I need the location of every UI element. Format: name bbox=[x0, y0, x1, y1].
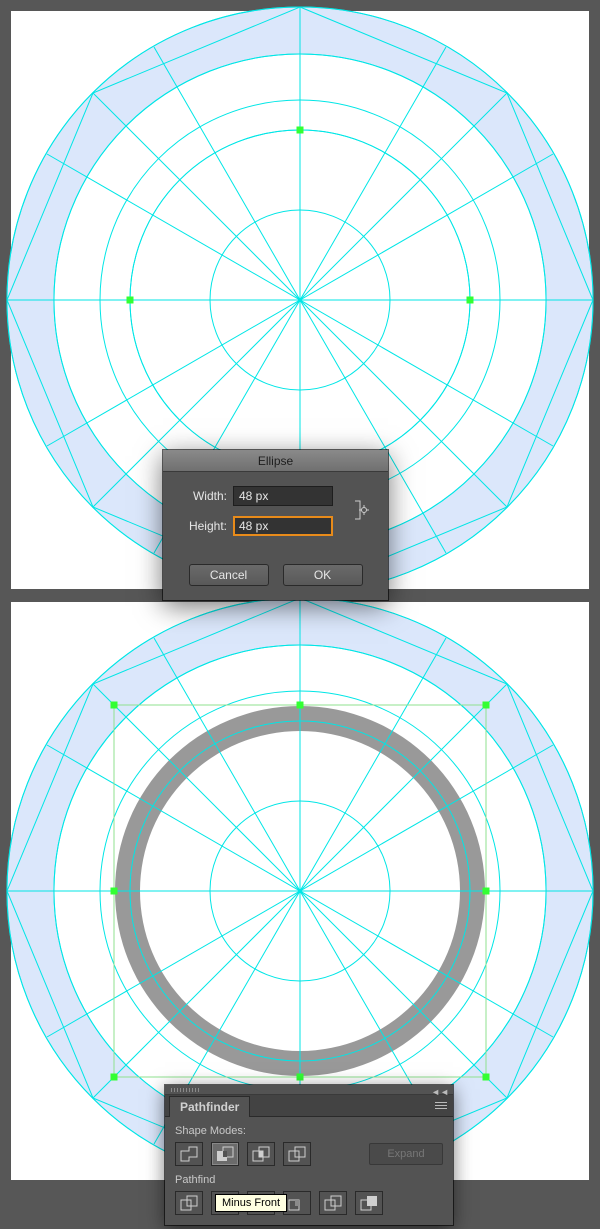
height-input[interactable] bbox=[233, 516, 333, 536]
pathfinder-panel: ◄◄ Pathfinder Shape Modes: bbox=[165, 1085, 453, 1225]
crop-button[interactable] bbox=[283, 1191, 311, 1215]
panel-tabbar: Pathfinder bbox=[165, 1095, 453, 1117]
cancel-button[interactable]: Cancel bbox=[189, 564, 269, 586]
minus-back-button[interactable] bbox=[355, 1191, 383, 1215]
pathfinders-label: Pathfind bbox=[175, 1174, 443, 1186]
width-input[interactable] bbox=[233, 486, 333, 506]
collapse-icon[interactable]: ◄◄ bbox=[431, 1087, 449, 1097]
minus-front-button[interactable] bbox=[211, 1142, 239, 1166]
constrain-proportions-icon[interactable] bbox=[350, 500, 370, 520]
tooltip-minus-front: Minus Front bbox=[215, 1194, 287, 1212]
intersect-button[interactable] bbox=[247, 1142, 275, 1166]
width-label: Width: bbox=[179, 489, 227, 503]
divide-button[interactable] bbox=[175, 1191, 203, 1215]
expand-button[interactable]: Expand bbox=[369, 1143, 443, 1165]
height-label: Height: bbox=[179, 519, 227, 533]
outline-button[interactable] bbox=[319, 1191, 347, 1215]
unite-button[interactable] bbox=[175, 1142, 203, 1166]
dialog-title[interactable]: Ellipse bbox=[163, 450, 388, 472]
exclude-button[interactable] bbox=[283, 1142, 311, 1166]
ok-button[interactable]: OK bbox=[283, 564, 363, 586]
panel-drag-handle[interactable]: ◄◄ bbox=[165, 1085, 453, 1095]
ellipse-dialog: Ellipse Width: Height: Cancel OK bbox=[163, 450, 388, 600]
tab-pathfinder[interactable]: Pathfinder bbox=[169, 1096, 250, 1117]
shape-modes-label: Shape Modes: bbox=[175, 1125, 443, 1137]
panel-menu-icon[interactable] bbox=[433, 1098, 449, 1114]
